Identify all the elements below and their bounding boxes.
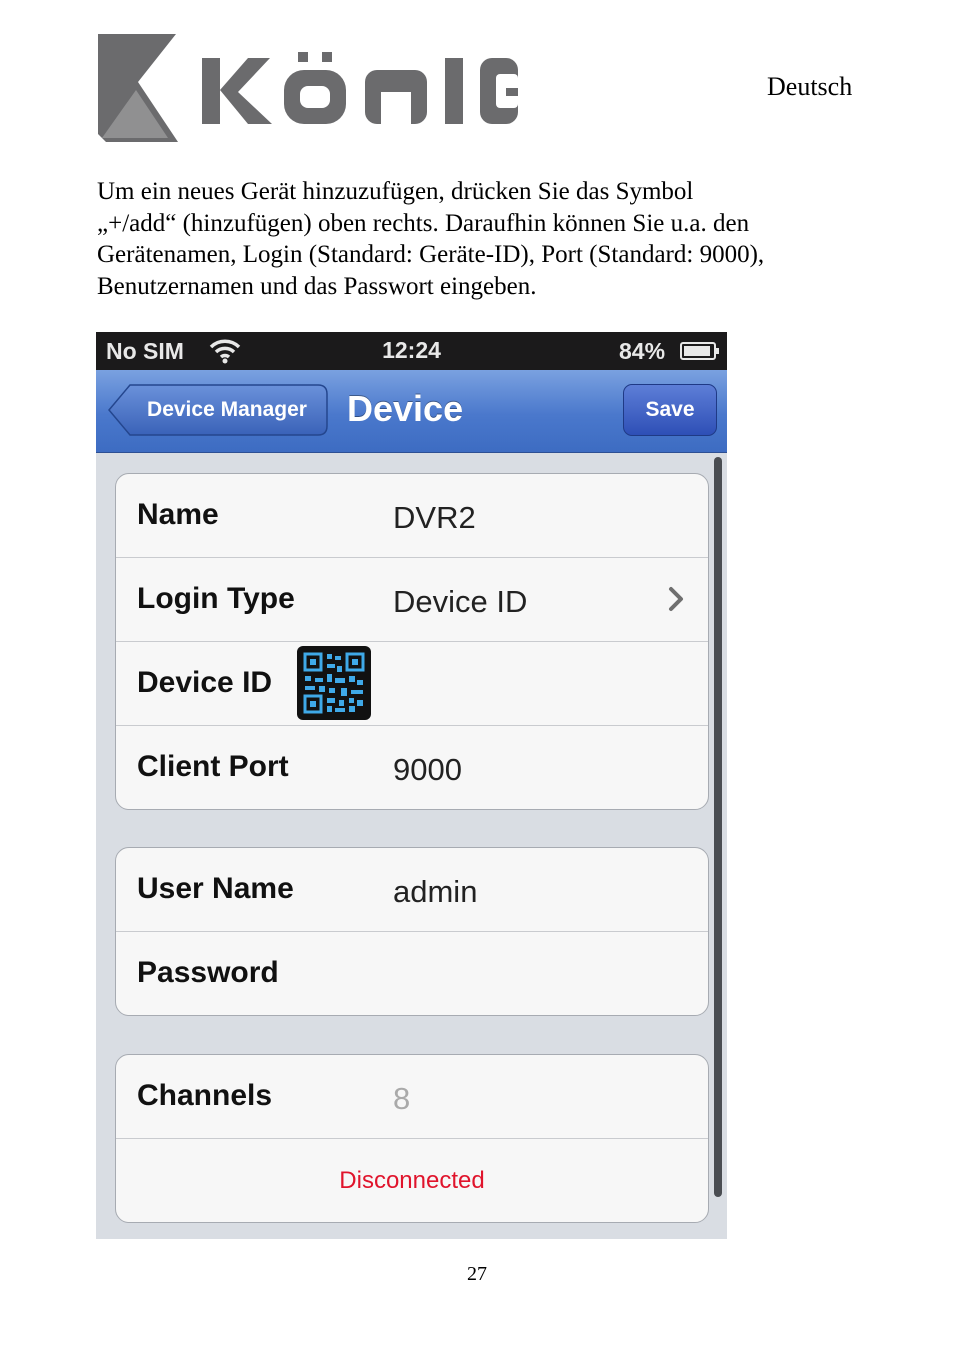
name-label: Name — [137, 498, 219, 531]
chevron-right-icon — [669, 587, 683, 611]
intro-paragraph: Um ein neues Gerät hinzuzufügen, drücken… — [97, 176, 857, 302]
qr-code-scan-button[interactable] — [297, 646, 371, 720]
channels-row: Channels 8 — [116, 1055, 708, 1139]
device-id-row[interactable]: Device ID — [116, 642, 708, 726]
navigation-bar: Device Manager Device Save — [96, 370, 727, 453]
name-row[interactable]: Name DVR2 — [116, 474, 708, 558]
qr-code-icon — [303, 652, 365, 714]
login-type-value: Device ID — [393, 584, 528, 619]
intro-line: „+/add“ (hinzufügen) oben rechts. Darauf… — [97, 209, 750, 237]
channels-group: Channels 8 Disconnected — [115, 1054, 709, 1223]
client-port-label: Client Port — [137, 750, 289, 783]
client-port-row[interactable]: Client Port 9000 — [116, 726, 708, 809]
screen-title: Device — [347, 388, 464, 429]
device-manager-back-button[interactable]: Device Manager — [108, 384, 328, 436]
battery-icon — [680, 342, 719, 360]
password-row[interactable]: Password — [116, 932, 708, 1015]
intro-line: Gerätenamen, Login (Standard: Geräte-ID)… — [97, 241, 765, 268]
konig-logo — [98, 34, 518, 146]
device-id-label: Device ID — [137, 666, 273, 699]
status-bar: No SIM 12:24 84% — [96, 332, 727, 370]
konig-logo-graphic — [98, 34, 518, 142]
battery-percentage: 84% — [619, 338, 666, 364]
save-button[interactable]: Save — [623, 384, 717, 436]
name-value[interactable]: DVR2 — [393, 500, 476, 536]
user-name-label: User Name — [137, 872, 294, 905]
back-button-label: Device Manager — [147, 398, 307, 421]
connection-status-row: Disconnected — [116, 1139, 708, 1222]
user-name-value[interactable]: admin — [393, 874, 477, 910]
login-type-label: Login Type — [137, 582, 295, 615]
page-number: 27 — [467, 1263, 487, 1285]
password-label: Password — [137, 956, 279, 989]
login-type-row[interactable]: Login Type Device ID — [116, 558, 708, 642]
intro-line: Um ein neues Gerät hinzuzufügen, drücken… — [97, 178, 694, 205]
user-name-row[interactable]: User Name admin — [116, 848, 708, 932]
intro-line: Benutzernamen und das Passwort eingeben. — [97, 272, 537, 300]
channels-value: 8 — [393, 1081, 411, 1116]
phone-screenshot: No SIM 12:24 84% Device Manager Device S… — [96, 332, 727, 1239]
scrollbar[interactable] — [714, 457, 722, 1197]
channels-label: Channels — [137, 1079, 273, 1112]
device-settings-group: Name DVR2 Login Type Device ID Device ID — [115, 473, 709, 810]
client-port-value[interactable]: 9000 — [393, 752, 462, 788]
connection-status: Disconnected — [339, 1167, 485, 1194]
credentials-group: User Name admin Password — [115, 847, 709, 1016]
language-label: Deutsch — [767, 72, 853, 101]
